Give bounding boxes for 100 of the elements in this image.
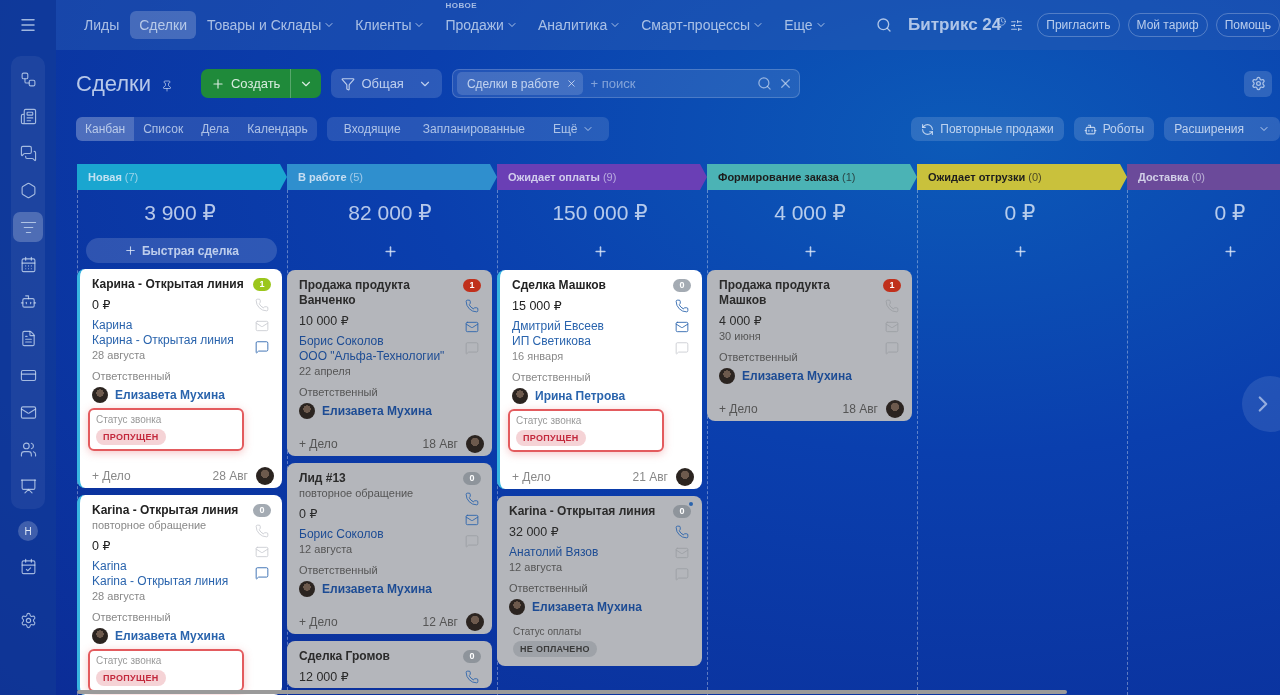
scrollbar[interactable] xyxy=(77,690,1067,694)
avatar-icon xyxy=(512,388,528,404)
mail-icon[interactable] xyxy=(465,320,479,334)
filter-tab[interactable]: Входящие xyxy=(332,117,412,141)
contact-link[interactable]: Борис Соколов xyxy=(299,334,384,348)
repeat-sales-button[interactable]: Повторные продажи xyxy=(911,117,1064,141)
settings-icon xyxy=(1250,76,1266,91)
chat-icon[interactable] xyxy=(255,566,269,580)
status-label: Статус оплаты xyxy=(513,625,582,638)
status-tag: ПРОПУЩЕН xyxy=(516,430,586,446)
status-label: Статус звонка xyxy=(96,654,162,667)
deal-date: 28 августа xyxy=(92,589,147,604)
contact-link[interactable]: Karina - Открытая линия xyxy=(92,574,229,588)
nav-tab[interactable]: Сделки xyxy=(130,11,196,39)
close-icon[interactable] xyxy=(565,78,577,89)
contact-link[interactable]: Карина - Открытая линия xyxy=(92,333,234,347)
activity-counter: 0 xyxy=(253,504,271,517)
nav-tab[interactable]: Товары и Склады xyxy=(197,11,345,39)
page-title: Сделки xyxy=(76,70,151,97)
responsible-link[interactable]: Елизавета Мухина xyxy=(322,403,432,419)
responsible-label: Ответственный xyxy=(299,563,379,578)
quick-deal-button[interactable]: Быстрая сделка xyxy=(86,238,277,263)
deal-title: Karina - Открытая линия xyxy=(92,503,240,518)
stage-header[interactable]: В работе (5) xyxy=(287,164,497,190)
deal-card[interactable]: Karina - Открытая линия повторное обращение 0 ₽ Karina Karina - Открытая линия 28 августа Ответственный Елизавета Мухина Статус звонка ПРОПУЩЕН 0 xyxy=(77,495,282,695)
deal-card[interactable]: Продажа продукта Машков 4 000 ₽ 30 июня Ответственный Елизавета Мухина 1 + Дело 18 Авг xyxy=(707,270,912,421)
deal-card[interactable]: Karina - Открытая линия 32 000 ₽ Анатолий Вязов 12 августа Ответственный Елизавета Мухина Статус оплаты НЕ ОПЛАЧЕНО 0 xyxy=(497,496,702,666)
add-activity-link[interactable]: + Дело xyxy=(719,401,758,417)
responsible-link[interactable]: Елизавета Мухина xyxy=(532,599,642,615)
responsible-link[interactable]: Елизавета Мухина xyxy=(115,387,225,403)
logo: Битрикс 24 xyxy=(908,15,1002,35)
settings-button[interactable] xyxy=(1244,70,1272,97)
responsible-link[interactable]: Ирина Петрова xyxy=(535,388,626,404)
search-icon[interactable] xyxy=(756,76,772,91)
contact-link[interactable]: Анатолий Вязов xyxy=(509,545,599,559)
view-tab[interactable]: Дела xyxy=(192,117,239,141)
phone-icon[interactable] xyxy=(465,299,479,313)
robot-icon xyxy=(1083,122,1097,136)
deal-amount: 15 000 ₽ xyxy=(512,299,563,314)
phone-icon[interactable] xyxy=(465,670,479,684)
stage-header[interactable]: Ожидает отгрузки (0) xyxy=(917,164,1127,190)
nav-tab[interactable]: Еще xyxy=(775,11,836,39)
contact-link[interactable]: Karina xyxy=(92,559,127,573)
view-tab[interactable]: Канбан xyxy=(76,117,135,141)
contact-link[interactable]: Карина xyxy=(92,318,133,332)
add-activity-link[interactable]: + Дело xyxy=(299,436,338,452)
nav-tab[interactable]: Клиенты xyxy=(346,11,435,39)
deal-title: Карина - Открытая линия xyxy=(92,277,245,292)
mail-icon[interactable] xyxy=(465,513,479,527)
extensions-dropdown[interactable]: Расширения xyxy=(1164,117,1280,141)
pin-icon[interactable] xyxy=(161,79,173,92)
activity-counter: 1 xyxy=(883,279,901,292)
deal-card[interactable]: Сделка Громов 12 000 ₽ 0 xyxy=(287,641,492,688)
search-field[interactable]: Сделки в работе + поиск xyxy=(451,69,800,98)
responsible-link[interactable]: Елизавета Мухина xyxy=(742,368,852,384)
deal-card[interactable]: Карина - Открытая линия 0 ₽ Карина Карина - Открытая линия 28 августа Ответственный Елизавета Мухина Статус звонка ПРОПУЩЕН 1 + Дело 28 Авг xyxy=(77,269,282,488)
activity-counter: 1 xyxy=(253,278,271,291)
search-icon[interactable] xyxy=(876,17,893,33)
stage-total: 4 000 ₽ xyxy=(773,200,847,226)
filter-tab[interactable]: Запланированные xyxy=(411,117,536,141)
mail-icon[interactable] xyxy=(675,320,689,334)
stage-header[interactable]: Доставка (0) xyxy=(1127,164,1280,190)
stage-header[interactable]: Ожидает оплаты (9) xyxy=(497,164,707,190)
deal-card[interactable]: Лид #13 повторное обращение 0 ₽ Борис Соколов 12 августа Ответственный Елизавета Мухина 0 + Дело 12 Авг xyxy=(287,463,492,634)
funnel-icon[interactable] xyxy=(13,212,43,242)
avatar-icon xyxy=(299,581,315,597)
phone-icon[interactable] xyxy=(675,525,689,539)
phone-icon[interactable] xyxy=(465,492,479,506)
avatar-icon xyxy=(719,368,735,384)
responsible-link[interactable]: Елизавета Мухина xyxy=(322,581,432,597)
filter-chip[interactable]: Сделки в работе xyxy=(456,72,583,95)
responsible-link[interactable]: Елизавета Мухина xyxy=(115,628,225,644)
add-activity-link[interactable]: + Дело xyxy=(299,614,338,630)
nav-tab[interactable]: Лиды xyxy=(75,11,129,39)
more-dropdown[interactable]: Ещё xyxy=(543,117,603,141)
activity-counter: 0 xyxy=(673,505,691,518)
deal-date: 16 января xyxy=(512,349,565,364)
filter-dropdown[interactable]: Общая xyxy=(331,69,442,98)
view-tab[interactable]: Календарь xyxy=(238,117,317,141)
deal-amount: 32 000 ₽ xyxy=(509,525,560,540)
deal-amount: 0 ₽ xyxy=(92,298,112,313)
deal-card[interactable]: Сделка Машков 15 000 ₽ Дмитрий Евсеев ИП Светикова 16 января Ответственный Ирина Петрова Статус звонка ПРОПУЩЕН 0 + Дело 21 Авг xyxy=(497,270,702,489)
contact-link[interactable]: ИП Светикова xyxy=(512,334,591,348)
sliders-icon[interactable] xyxy=(1010,18,1024,32)
phone-icon[interactable] xyxy=(675,299,689,313)
contact-link[interactable]: Дмитрий Евсеев xyxy=(512,319,604,333)
nav-tab[interactable]: Смарт-процессы xyxy=(632,11,774,39)
contact-link[interactable]: Борис Соколов xyxy=(299,527,384,541)
user-avatar[interactable]: Н xyxy=(18,521,38,541)
robots-button[interactable]: Роботы xyxy=(1073,117,1155,141)
responsible-label: Ответственный xyxy=(299,385,379,400)
contact-link[interactable]: ООО "Альфа-Технологии" xyxy=(299,349,445,363)
deal-card[interactable]: Продажа продукта Ванченко 10 000 ₽ Борис Соколов ООО "Альфа-Технологии" 22 апреля Ответственный Елизавета Мухина 1 + Дело 18 Авг xyxy=(287,270,492,456)
status-label: Статус звонка xyxy=(96,413,162,426)
add-activity-link[interactable]: + Дело xyxy=(512,469,551,485)
nav-tab[interactable]: Аналитика xyxy=(528,11,631,39)
chat-icon[interactable] xyxy=(255,340,269,354)
stage-header[interactable]: Формирование заказа (1) xyxy=(707,164,917,190)
add-activity-link[interactable]: + Дело xyxy=(92,468,131,484)
view-tab[interactable]: Список xyxy=(134,117,193,141)
